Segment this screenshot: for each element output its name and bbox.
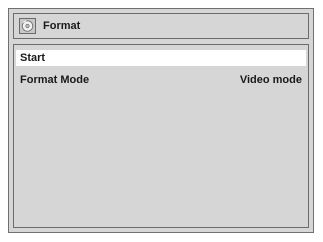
dialog-title-bar: Format — [13, 13, 309, 39]
disc-icon — [19, 18, 36, 34]
menu-item-label: Format Mode — [20, 74, 90, 86]
format-dialog: Format Start Format Mode Video mode — [8, 8, 314, 233]
format-mode-value: Video mode — [239, 74, 302, 86]
menu-panel: Start Format Mode Video mode — [13, 44, 309, 228]
dialog-title: Format — [43, 20, 81, 32]
menu-item-label: Start — [20, 52, 46, 64]
menu-item-start[interactable]: Start — [16, 50, 306, 66]
menu-item-format-mode[interactable]: Format Mode Video mode — [16, 72, 306, 88]
